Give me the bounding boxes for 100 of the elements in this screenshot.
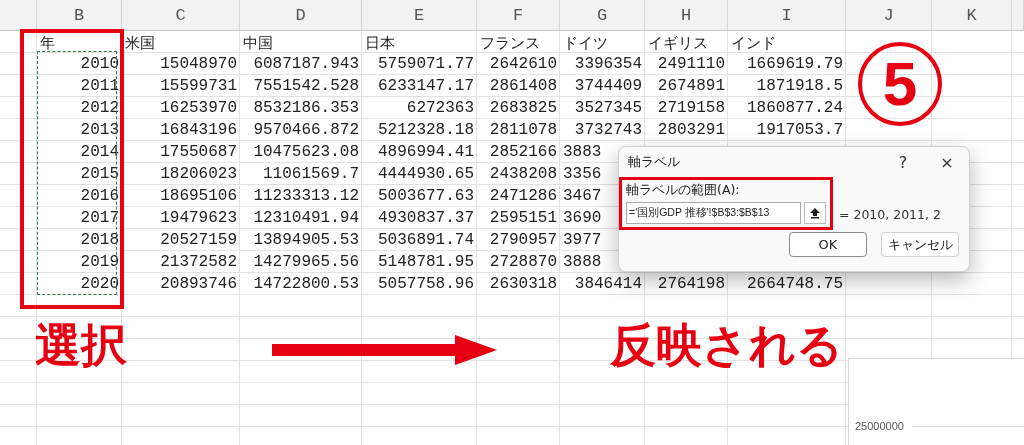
table-cell: 2630318	[489, 275, 557, 293]
table-cell: 3690	[563, 209, 602, 227]
table-cell: 2471286	[489, 187, 557, 205]
table-cell: 2719158	[657, 99, 725, 117]
table-cell: 21372582	[160, 253, 237, 271]
field-label: 軸ラベルの範囲(A):	[626, 182, 741, 199]
table-cell: 17550687	[160, 143, 237, 161]
table-cell: 2019	[80, 253, 119, 271]
column-header[interactable]: F	[512, 5, 524, 25]
table-cell: 2790957	[489, 231, 557, 249]
table-cell: 6087187.943	[253, 55, 359, 73]
column-header[interactable]: H	[680, 5, 692, 25]
table-cell: 2016	[80, 187, 119, 205]
column-header[interactable]: C	[175, 5, 186, 25]
table-cell: 2803291	[657, 121, 725, 139]
table-cell: 3527345	[574, 99, 642, 117]
table-cell: 2664748.75	[747, 275, 843, 293]
table-cell: 2861408	[489, 77, 557, 95]
table-cell: 3846414	[574, 275, 642, 293]
table-cell: 2728870	[489, 253, 557, 271]
table-cell: 2491110	[657, 55, 725, 73]
table-cell: 19479623	[160, 209, 237, 227]
table-cell: 1917053.7	[756, 121, 843, 139]
close-button[interactable]: ×	[925, 147, 969, 177]
table-cell: 4444930.65	[378, 165, 474, 183]
header-cell: インド	[731, 34, 776, 53]
header-cell: 日本	[365, 34, 395, 53]
dialog-title: 軸ラベル	[628, 153, 681, 171]
table-cell: 3888	[563, 253, 602, 271]
table-cell: 2764198	[657, 275, 725, 293]
table-cell: 20893746	[160, 275, 237, 293]
table-cell: 2811078	[489, 121, 557, 139]
header-cell: 年	[40, 34, 55, 53]
table-cell: 5212328.18	[378, 121, 474, 139]
header-cell: イギリス	[648, 34, 708, 53]
table-cell: 3883	[563, 143, 602, 161]
header-cell: 米国	[125, 34, 155, 53]
table-cell: 11061569.7	[263, 165, 359, 183]
upload-icon	[809, 207, 822, 219]
table-cell: 2852166	[489, 143, 557, 161]
table-cell: 5057758.96	[378, 275, 474, 293]
table-cell: 4896994.41	[378, 143, 474, 161]
table-cell: 16843196	[160, 121, 237, 139]
table-cell: 1860877.24	[747, 99, 843, 117]
axis-label: 25000000	[855, 420, 904, 432]
table-cell: 2011	[80, 77, 119, 95]
column-header[interactable]: J	[883, 5, 894, 25]
table-cell: 10475623.08	[253, 143, 359, 161]
table-cell: 15599731	[160, 77, 237, 95]
table-cell: 2674891	[657, 77, 725, 95]
collapse-button[interactable]	[804, 202, 826, 224]
table-cell: 2642610	[489, 55, 557, 73]
table-cell: 15048970	[160, 55, 237, 73]
header-cell: ドイツ	[563, 34, 608, 53]
table-cell: 4930837.37	[378, 209, 474, 227]
table-cell: 2683825	[489, 99, 557, 117]
table-cell: 16253970	[160, 99, 237, 117]
header-cell: 中国	[243, 34, 273, 53]
table-cell: 3396354	[574, 55, 642, 73]
table-cell: 3467	[563, 187, 602, 205]
table-cell: 5148781.95	[378, 253, 474, 271]
column-header[interactable]: I	[781, 5, 792, 25]
table-cell: 2013	[80, 121, 119, 139]
table-cell: 2020	[80, 275, 119, 293]
table-cell: 2595151	[489, 209, 557, 227]
range-field[interactable]: ='国別GDP 推移'!$B$3:$B$13	[626, 202, 802, 224]
table-cell: 2012	[80, 99, 119, 117]
annotation-text: 反映される	[610, 318, 843, 374]
table-cell: 2018	[80, 231, 119, 249]
column-header[interactable]: K	[966, 5, 977, 25]
table-cell: 11233313.12	[253, 187, 359, 205]
column-header[interactable]: E	[413, 5, 425, 25]
annotation-text: 選択	[35, 318, 127, 374]
table-cell: 5759071.77	[378, 55, 474, 73]
table-cell: 2015	[80, 165, 119, 183]
table-cell: 2017	[80, 209, 119, 227]
column-header[interactable]: D	[295, 5, 306, 25]
table-cell: 7551542.528	[253, 77, 359, 95]
help-button[interactable]: ?	[881, 147, 925, 177]
table-cell: 3732743	[574, 121, 642, 139]
column-header[interactable]: B	[73, 5, 85, 25]
arrow-icon	[272, 335, 497, 365]
table-cell: 6233147.17	[378, 77, 474, 95]
cancel-button[interactable]: キャンセル	[881, 232, 959, 257]
table-cell: 13894905.53	[253, 231, 359, 249]
table-cell: 20527159	[160, 231, 237, 249]
table-cell: 3744409	[574, 77, 642, 95]
table-cell: 1669619.79	[747, 55, 843, 73]
header-cell: フランス	[480, 34, 540, 53]
table-cell: 8532186.353	[253, 99, 359, 117]
table-cell: 18695106	[160, 187, 237, 205]
step-number: 5	[882, 53, 918, 115]
column-header[interactable]: G	[596, 5, 608, 25]
table-cell: 1871918.5	[756, 77, 843, 95]
table-cell: 6272363	[406, 99, 474, 117]
preview-text: = 2010, 2011, 2	[839, 207, 941, 222]
ok-button[interactable]: OK	[789, 232, 867, 257]
table-cell: 12310491.94	[253, 209, 359, 227]
table-cell: 18206023	[160, 165, 237, 183]
table-cell: 2014	[80, 143, 119, 161]
